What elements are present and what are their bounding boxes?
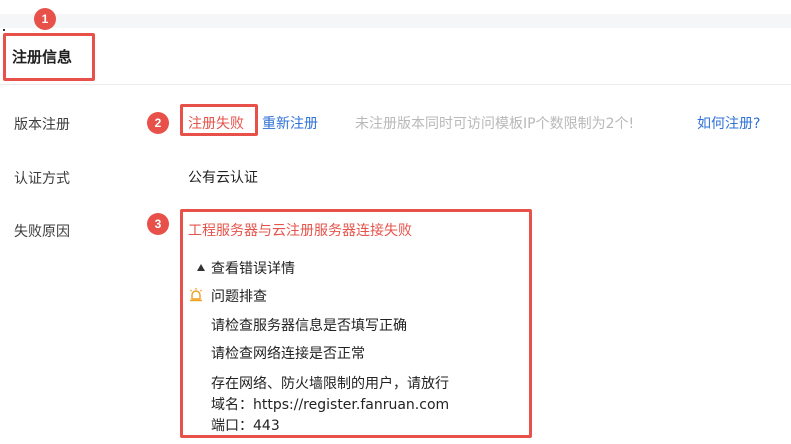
annotation-badge-2: 2: [147, 112, 169, 134]
annotation-box-2: [180, 104, 258, 136]
re-register-link[interactable]: 重新注册: [262, 113, 318, 133]
annotation-box-1: [3, 33, 95, 81]
annotation-box-3: [180, 209, 532, 438]
limit-hint: 未注册版本同时可访问模板IP个数限制为2个!: [355, 116, 635, 132]
section-header: [0, 28, 791, 85]
auth-label: 认证方式: [14, 171, 70, 187]
version-label: 版本注册: [14, 117, 70, 133]
auth-value: 公有云认证: [188, 170, 258, 186]
top-strip: [0, 0, 791, 28]
top-bar: [0, 14, 791, 28]
annotation-badge-1: 1: [34, 8, 56, 30]
how-to-register-link[interactable]: 如何注册?: [697, 113, 760, 133]
annotation-badge-3: 3: [147, 213, 169, 235]
fail-label: 失败原因: [14, 224, 70, 240]
